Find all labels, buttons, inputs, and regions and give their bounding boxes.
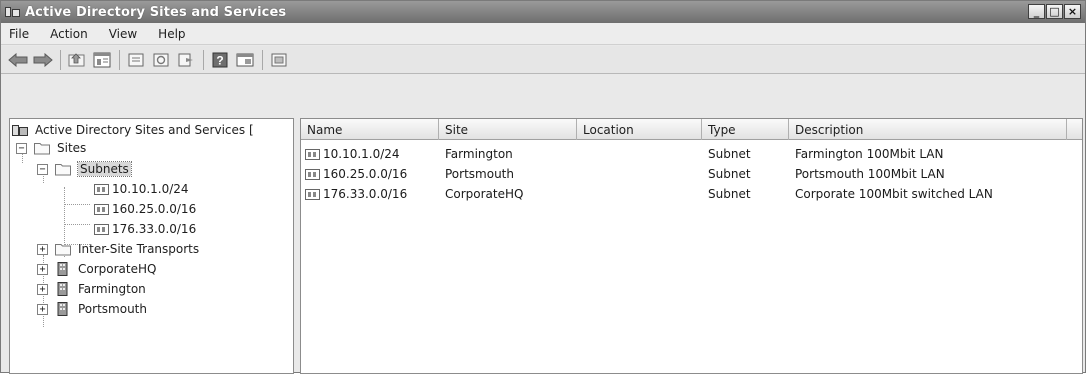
expand-toggle[interactable]: +	[37, 243, 48, 255]
folder-icon	[55, 244, 71, 256]
tree-item-inter-site-transports[interactable]: + Inter-Site Transports	[37, 240, 199, 258]
cell-site: CorporateHQ	[445, 187, 524, 201]
expand-toggle[interactable]: +	[37, 263, 48, 275]
tree-root[interactable]: Active Directory Sites and Services [	[12, 121, 254, 139]
window-controls: _ □ ×	[1028, 4, 1081, 19]
properties-icon[interactable]	[125, 50, 147, 70]
tree-label-subnet: 176.33.0.0/16	[112, 222, 197, 236]
site-building-icon	[57, 282, 68, 296]
console-tree-icon[interactable]	[234, 50, 256, 70]
subnet-name: 176.33.0.0/16	[323, 187, 408, 201]
ad-sites-app-icon	[5, 5, 21, 19]
help-icon[interactable]: ?	[209, 50, 231, 70]
expand-toggle[interactable]: +	[37, 303, 48, 315]
menu-bar: File Action View Help	[1, 23, 1085, 45]
folder-icon	[55, 164, 71, 176]
cell-description: Portsmouth 100Mbit LAN	[795, 167, 945, 181]
tree-item-sites[interactable]: − Sites	[16, 139, 86, 157]
cell-type: Subnet	[708, 147, 751, 161]
tree-item-subnet-3[interactable]: 176.33.0.0/16	[90, 220, 196, 238]
folder-icon	[34, 143, 50, 155]
column-header-location[interactable]: Location	[577, 119, 702, 140]
tree-label-subnets: Subnets	[77, 161, 132, 177]
show-tree-icon[interactable]	[91, 50, 113, 70]
menu-view[interactable]: View	[107, 26, 139, 42]
subnet-icon	[305, 169, 320, 180]
toolbar: ?	[1, 46, 1085, 74]
column-header-type[interactable]: Type	[702, 119, 789, 140]
toolbar-separator	[262, 49, 263, 70]
subnet-name: 160.25.0.0/16	[323, 167, 408, 181]
toolbar-separator	[119, 49, 120, 70]
subnet-icon	[94, 223, 109, 235]
cell-description: Corporate 100Mbit switched LAN	[795, 187, 993, 201]
tree-item-subnets[interactable]: − Subnets	[37, 160, 132, 178]
title-bar[interactable]: Active Directory Sites and Services _ □ …	[1, 1, 1085, 23]
export-list-icon[interactable]	[175, 50, 197, 70]
tree-item-subnet-2[interactable]: 160.25.0.0/16	[90, 200, 196, 218]
cell-name: 160.25.0.0/16	[301, 167, 439, 181]
site-building-icon	[57, 302, 68, 316]
tree-label-subnet: 10.10.1.0/24	[112, 182, 189, 196]
cell-site: Farmington	[445, 147, 513, 161]
new-window-icon[interactable]	[268, 50, 290, 70]
expand-toggle[interactable]: +	[37, 283, 48, 295]
console-tree: Active Directory Sites and Services [ − …	[9, 118, 294, 374]
back-arrow-icon[interactable]	[7, 50, 29, 70]
subnet-name: 10.10.1.0/24	[323, 147, 400, 161]
table-row[interactable]: 176.33.0.0/16 CorporateHQ Subnet Corpora…	[301, 184, 1067, 204]
table-row[interactable]: 160.25.0.0/16 Portsmouth Subnet Portsmou…	[301, 164, 1067, 184]
table-row[interactable]: 10.10.1.0/24 Farmington Subnet Farmingto…	[301, 144, 1067, 164]
tree-item-site[interactable]: + CorporateHQ	[37, 260, 156, 278]
tree-label: CorporateHQ	[78, 262, 157, 276]
cell-site: Portsmouth	[445, 167, 514, 181]
refresh-icon[interactable]	[150, 50, 172, 70]
subnet-icon	[94, 203, 109, 215]
tree-root-label: Active Directory Sites and Services [	[35, 123, 254, 137]
toolbar-separator	[60, 49, 61, 70]
tree-label: Farmington	[78, 282, 146, 296]
tree-label: Inter-Site Transports	[78, 242, 200, 256]
close-button[interactable]: ×	[1064, 4, 1081, 19]
menu-help[interactable]: Help	[156, 26, 187, 42]
menu-file[interactable]: File	[7, 26, 31, 42]
cell-description: Farmington 100Mbit LAN	[795, 147, 944, 161]
cell-type: Subnet	[708, 167, 751, 181]
minimize-button[interactable]: _	[1028, 4, 1045, 19]
window-title: Active Directory Sites and Services	[25, 4, 287, 20]
list-header: Name Site Location Type Description	[301, 119, 1082, 140]
menu-action[interactable]: Action	[48, 26, 90, 42]
maximize-button[interactable]: □	[1046, 4, 1063, 19]
mmc-snapin-icon	[12, 125, 28, 136]
cell-type: Subnet	[708, 187, 751, 201]
site-building-icon	[57, 262, 68, 276]
forward-arrow-icon[interactable]	[32, 50, 54, 70]
toolbar-separator	[203, 49, 204, 70]
column-header-site[interactable]: Site	[439, 119, 577, 140]
mmc-window: Active Directory Sites and Services _ □ …	[0, 0, 1086, 374]
cell-name: 176.33.0.0/16	[301, 187, 439, 201]
svg-text:?: ?	[216, 53, 223, 67]
subnet-icon	[94, 183, 109, 195]
tree-item-site[interactable]: + Farmington	[37, 280, 146, 298]
collapse-toggle[interactable]: −	[37, 163, 48, 175]
tree-label-subnet: 160.25.0.0/16	[112, 202, 197, 216]
subnet-icon	[305, 189, 320, 200]
results-list: Name Site Location Type Description 10.1…	[300, 118, 1083, 374]
tree-label: Portsmouth	[78, 302, 147, 316]
tree-item-site[interactable]: + Portsmouth	[37, 300, 147, 318]
cell-name: 10.10.1.0/24	[301, 147, 439, 161]
up-folder-icon[interactable]	[66, 50, 88, 70]
collapse-toggle[interactable]: −	[16, 142, 27, 154]
column-header-description[interactable]: Description	[789, 119, 1067, 140]
tree-item-subnet-1[interactable]: 10.10.1.0/24	[90, 180, 189, 198]
column-header-name[interactable]: Name	[301, 119, 439, 140]
tree-label-sites: Sites	[57, 141, 87, 155]
subnet-icon	[305, 149, 320, 160]
